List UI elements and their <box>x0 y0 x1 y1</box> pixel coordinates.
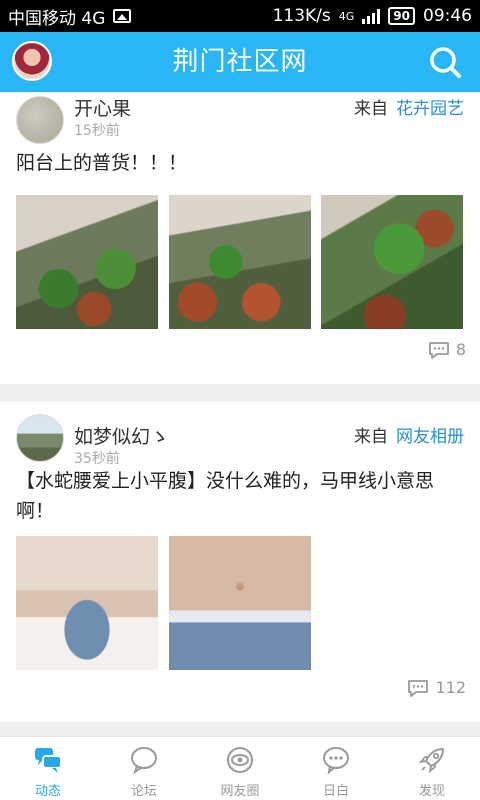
source-link[interactable]: 花卉园艺 <box>396 99 464 119</box>
nav-item-friends-circle[interactable]: 网友圈 <box>192 737 288 800</box>
source-link[interactable]: 网友相册 <box>396 427 464 447</box>
from-label: 来自 <box>354 99 388 119</box>
nav-item-dynamic[interactable]: 动态 <box>0 737 96 800</box>
nav-label: 动态 <box>34 784 61 799</box>
nav-label: 日白 <box>322 784 349 799</box>
comment-count-button[interactable]: 112 <box>407 678 466 697</box>
bottom-nav: 动态 论坛 网友圈 日白 发现 <box>0 736 480 800</box>
network-speed: 113K/s <box>272 6 331 26</box>
post-image[interactable] <box>169 536 311 670</box>
carrier-label: 中国移动 4G <box>8 8 106 29</box>
nav-label: 发现 <box>418 784 445 799</box>
post-text[interactable]: 【水蛇腰爱上小平腹】没什么难的，马甲线小意思啊！ <box>16 466 464 526</box>
comment-count: 112 <box>435 678 466 697</box>
nav-item-forum[interactable]: 论坛 <box>96 737 192 800</box>
feed-post[interactable]: 开心果 15秒前 来自 花卉园艺 阳台上的普货！！！ 8 <box>0 92 480 384</box>
status-bar: 中国移动 4G 113K/s 4G 90 09:46 <box>0 0 480 32</box>
rocket-icon <box>418 748 444 774</box>
author-name[interactable]: 开心果 <box>74 94 131 121</box>
app-header: 荆门社区网 <box>0 32 480 92</box>
post-image[interactable] <box>16 195 158 329</box>
comment-icon <box>408 679 429 697</box>
post-image[interactable] <box>169 195 311 329</box>
from-label: 来自 <box>354 427 388 447</box>
nav-item-chat[interactable]: 日白 <box>288 737 384 800</box>
chat-bubbles-icon <box>35 748 62 773</box>
post-image[interactable] <box>16 536 158 670</box>
author-name[interactable]: 如梦似幻ゝ <box>74 422 169 449</box>
nav-item-discover[interactable]: 发现 <box>384 737 480 800</box>
page-title: 荆门社区网 <box>172 47 308 77</box>
feed-list[interactable]: 开心果 15秒前 来自 花卉园艺 阳台上的普货！！！ 8 如梦似幻ゝ 35秒前 来… <box>0 92 480 736</box>
comment-icon <box>428 341 449 359</box>
nav-label: 论坛 <box>130 784 157 799</box>
network-type-label: 4G <box>338 9 355 23</box>
speech-bubble-icon <box>131 747 157 775</box>
comment-count: 8 <box>455 340 466 359</box>
author-avatar[interactable] <box>16 96 64 144</box>
clock: 09:46 <box>423 6 472 26</box>
post-image[interactable] <box>321 195 463 329</box>
eye-circle-icon <box>227 747 253 773</box>
post-source: 来自 网友相册 <box>354 422 464 447</box>
signal-icon <box>362 8 381 24</box>
search-icon[interactable] <box>428 45 462 79</box>
nav-label: 网友圈 <box>220 784 260 799</box>
battery-icon: 90 <box>388 7 415 25</box>
author-avatar[interactable] <box>16 414 64 462</box>
post-time: 35秒前 <box>74 451 120 467</box>
image-notification-icon <box>113 9 132 23</box>
feed-post[interactable]: 如梦似幻ゝ 35秒前 来自 网友相册 【水蛇腰爱上小平腹】没什么难的，马甲线小意思… <box>0 402 480 722</box>
post-time: 15秒前 <box>74 123 120 139</box>
dots-bubble-icon <box>323 747 349 775</box>
post-source: 来自 花卉园艺 <box>354 94 464 119</box>
post-text[interactable]: 阳台上的普货！！！ <box>16 148 464 178</box>
comment-count-button[interactable]: 8 <box>428 340 466 359</box>
